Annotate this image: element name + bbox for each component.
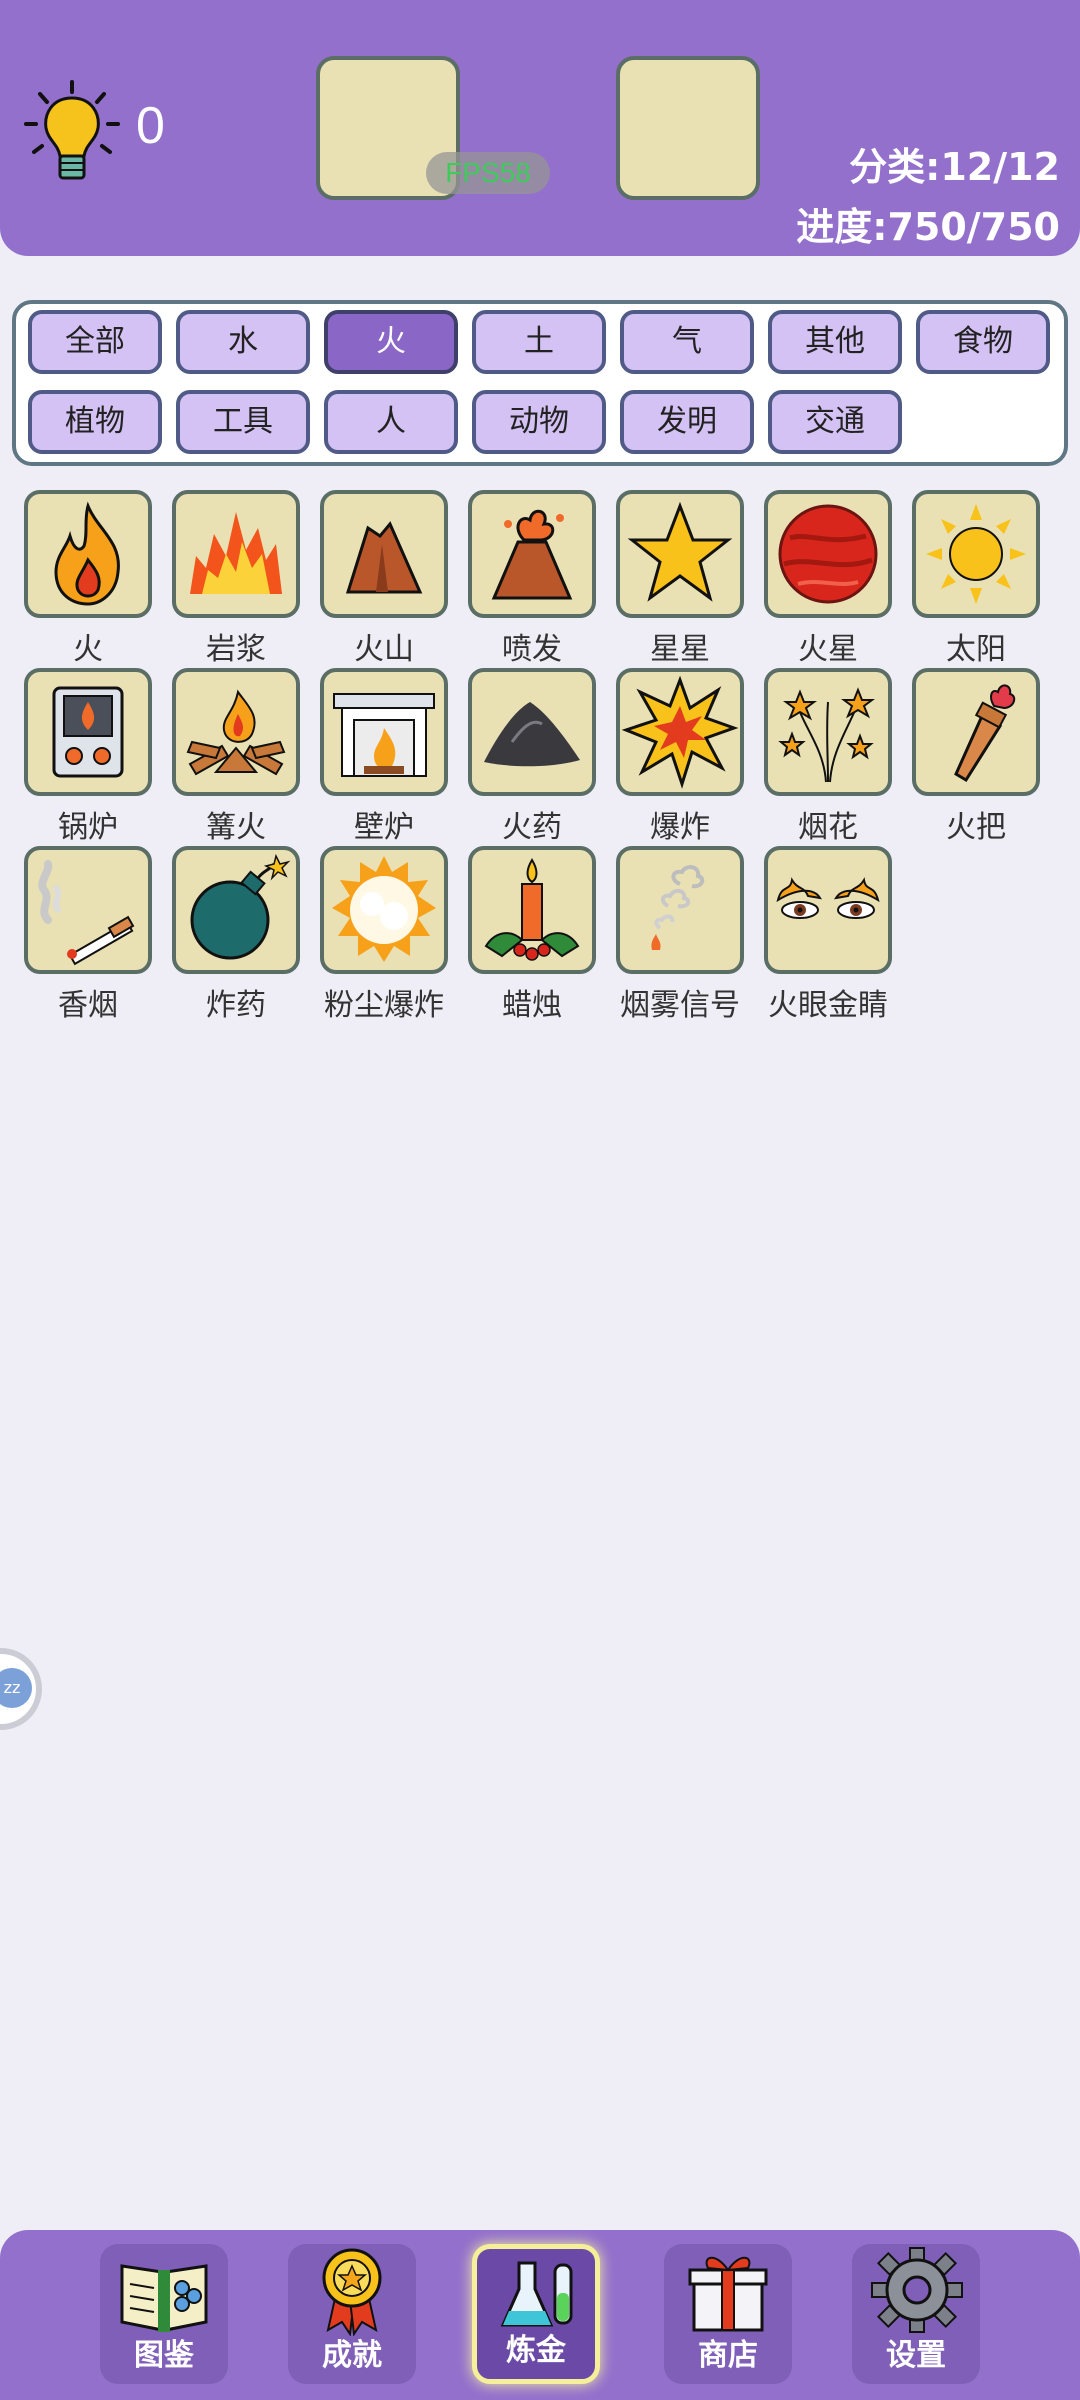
nav-settings[interactable]: 设置 — [852, 2244, 980, 2384]
element-item[interactable]: 喷发 — [468, 490, 596, 668]
sleep-icon: zz — [0, 1668, 32, 1708]
filter-other[interactable]: 其他 — [768, 310, 902, 374]
fireworks-icon — [778, 687, 875, 783]
element-item[interactable]: 火眼金睛 — [764, 846, 892, 1024]
element-item[interactable]: 爆炸 — [616, 668, 744, 846]
fps-counter: FPS58 — [426, 152, 550, 194]
element-item[interactable]: 炸药 — [172, 846, 300, 1024]
element-item[interactable]: 太阳 — [912, 490, 1040, 668]
element-item[interactable]: 粉尘爆炸 — [320, 846, 448, 1024]
nav-achievements[interactable]: 成就 — [288, 2244, 416, 2384]
explosion-icon — [621, 675, 739, 789]
nav-label: 设置 — [886, 2338, 946, 2373]
cigarette-icon — [38, 860, 135, 966]
element-label: 烟雾信号 — [620, 988, 740, 1023]
dust-explosion-icon — [332, 856, 436, 962]
fireplace-icon — [333, 693, 435, 777]
element-label: 喷发 — [502, 632, 562, 667]
nav-encyclopedia[interactable]: 图鉴 — [100, 2244, 228, 2384]
element-item[interactable]: 火药 — [468, 668, 596, 846]
element-label: 壁炉 — [354, 810, 414, 845]
gear-icon — [871, 2247, 963, 2333]
filter-inventions[interactable]: 发明 — [620, 390, 754, 454]
category-filter-panel: 全部 水 火 土 气 其他 食物 植物 工具 人 动物 发明 交通 — [12, 300, 1068, 466]
lightbulb-icon[interactable] — [22, 78, 122, 188]
element-item[interactable]: 壁炉 — [320, 668, 448, 846]
book-icon — [120, 2264, 208, 2332]
category-stat: 分类:12/12 — [849, 145, 1060, 189]
element-item[interactable]: 火山 — [320, 490, 448, 668]
volcano-icon — [345, 521, 423, 594]
filter-people[interactable]: 人 — [324, 390, 458, 454]
filter-plants[interactable]: 植物 — [28, 390, 162, 454]
element-label: 岩浆 — [206, 632, 266, 667]
campfire-icon — [186, 689, 286, 776]
gunpowder-icon — [484, 702, 580, 767]
nav-label: 炼金 — [506, 2333, 566, 2368]
element-item[interactable]: 火把 — [912, 668, 1040, 846]
element-label: 太阳 — [946, 632, 1006, 667]
element-item[interactable]: 烟雾信号 — [616, 846, 744, 1024]
lava-icon — [190, 512, 282, 594]
filter-tools[interactable]: 工具 — [176, 390, 310, 454]
element-label: 火星 — [798, 632, 858, 667]
element-label: 香烟 — [58, 988, 118, 1023]
bomb-icon — [190, 853, 291, 960]
filter-all[interactable]: 全部 — [28, 310, 162, 374]
element-label: 蜡烛 — [502, 988, 562, 1023]
nav-label: 商店 — [698, 2338, 758, 2373]
element-label: 火把 — [946, 810, 1006, 845]
element-item[interactable]: 锅炉 — [24, 668, 152, 846]
progress-stat: 进度:750/750 — [796, 205, 1060, 249]
element-label: 火 — [73, 632, 103, 667]
smoke-signal-icon — [651, 865, 705, 950]
filter-transport[interactable]: 交通 — [768, 390, 902, 454]
nav-alchemy[interactable]: 炼金 — [472, 2244, 600, 2384]
fire-icon — [54, 501, 120, 606]
sun-icon — [926, 504, 1026, 604]
element-label: 粉尘爆炸 — [324, 988, 444, 1023]
filter-food[interactable]: 食物 — [916, 310, 1050, 374]
nav-label: 图鉴 — [134, 2338, 194, 2373]
element-label: 火山 — [354, 632, 414, 667]
element-item[interactable]: 火星 — [764, 490, 892, 668]
element-label: 锅炉 — [58, 810, 118, 845]
element-label: 炸药 — [206, 988, 266, 1023]
element-item[interactable]: 烟花 — [764, 668, 892, 846]
element-item[interactable]: 星星 — [616, 490, 744, 668]
combine-slot-right[interactable] — [616, 56, 760, 200]
element-label: 爆炸 — [650, 810, 710, 845]
element-item[interactable]: 岩浆 — [172, 490, 300, 668]
torch-icon — [954, 684, 1016, 783]
fire-eyes-icon — [776, 877, 880, 919]
star-icon — [627, 501, 733, 602]
filter-water[interactable]: 水 — [176, 310, 310, 374]
top-header: 0 FPS58 分类:12/12 进度:750/750 — [0, 0, 1080, 256]
element-item[interactable]: 火 — [24, 490, 152, 668]
element-item[interactable]: 蜡烛 — [468, 846, 596, 1024]
mars-icon — [778, 504, 878, 604]
eruption-icon — [491, 509, 573, 600]
floating-assist-button[interactable]: zz — [0, 1648, 42, 1730]
boiler-icon — [52, 686, 124, 778]
nav-shop[interactable]: 商店 — [664, 2244, 792, 2384]
element-item[interactable]: 篝火 — [172, 668, 300, 846]
element-label: 火药 — [502, 810, 562, 845]
gift-icon — [688, 2256, 768, 2332]
bottom-nav: 图鉴 成就 炼金 商店 设置 — [0, 2230, 1080, 2400]
element-label: 篝火 — [206, 810, 266, 845]
filter-air[interactable]: 气 — [620, 310, 754, 374]
candle-icon — [484, 858, 580, 961]
filter-animals[interactable]: 动物 — [472, 390, 606, 454]
element-item[interactable]: 香烟 — [24, 846, 152, 1024]
medal-icon — [322, 2248, 382, 2336]
filter-earth[interactable]: 土 — [472, 310, 606, 374]
element-label: 星星 — [650, 632, 710, 667]
element-label: 火眼金睛 — [768, 988, 888, 1023]
element-label: 烟花 — [798, 810, 858, 845]
hint-count: 0 — [136, 97, 165, 155]
nav-label: 成就 — [322, 2338, 382, 2373]
filter-fire[interactable]: 火 — [324, 310, 458, 374]
